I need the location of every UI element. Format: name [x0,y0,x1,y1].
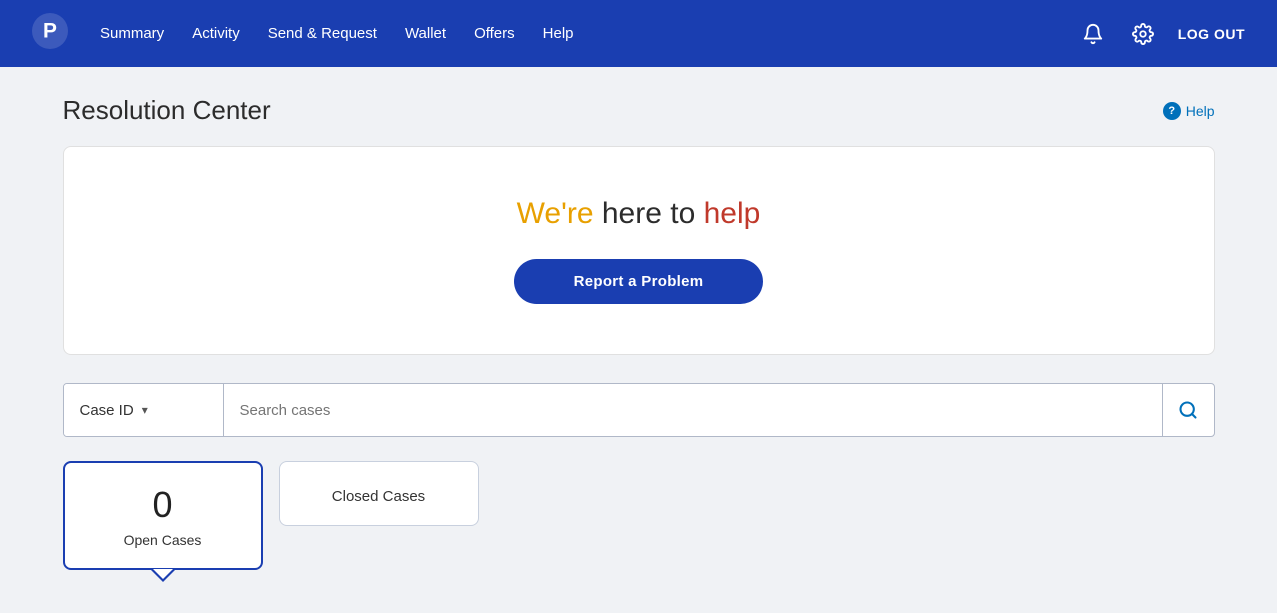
nav-link-activity[interactable]: Activity [192,25,240,42]
settings-button[interactable] [1128,19,1158,49]
nav-link-send-request[interactable]: Send & Request [268,25,377,42]
open-cases-label: Open Cases [81,532,245,548]
closed-cases-tab[interactable]: Closed Cases [279,461,479,526]
hero-title-here: here to [594,197,704,230]
nav-link-summary[interactable]: Summary [100,25,164,42]
paypal-logo: P [32,13,68,54]
logout-button[interactable]: LOG OUT [1178,26,1245,42]
case-id-dropdown[interactable]: Case ID ▾ [64,384,224,436]
open-cases-tab[interactable]: 0 Open Cases [63,461,263,570]
hero-title: We're here to help [104,197,1174,231]
hero-title-were: We're [517,197,594,230]
nav-right: LOG OUT [1078,19,1245,49]
page-title: Resolution Center [63,95,271,126]
search-icon [1178,400,1198,420]
search-bar: Case ID ▾ [63,383,1215,437]
help-circle-icon: ? [1163,102,1181,120]
nav-link-wallet[interactable]: Wallet [405,25,446,42]
nav-links: Summary Activity Send & Request Wallet O… [100,25,1046,42]
report-problem-button[interactable]: Report a Problem [514,259,764,304]
chevron-down-icon: ▾ [142,403,148,417]
hero-title-help: help [704,197,761,230]
main-content: Resolution Center ? Help We're here to h… [39,67,1239,598]
hero-card: We're here to help Report a Problem [63,146,1215,355]
closed-cases-label: Closed Cases [296,488,462,505]
dropdown-label: Case ID [80,402,134,419]
help-link[interactable]: ? Help [1163,102,1215,120]
nav-link-help[interactable]: Help [543,25,574,42]
notification-button[interactable] [1078,19,1108,49]
page-header: Resolution Center ? Help [63,95,1215,126]
nav-link-offers[interactable]: Offers [474,25,515,42]
gear-icon [1132,23,1154,45]
navigation: P Summary Activity Send & Request Wallet… [0,0,1277,67]
help-link-label: Help [1186,103,1215,119]
cases-row: 0 Open Cases Closed Cases [63,461,1215,570]
bell-icon [1082,23,1104,45]
open-cases-count: 0 [81,483,245,526]
search-input[interactable] [224,384,1162,436]
search-button[interactable] [1162,384,1214,436]
svg-text:P: P [43,20,57,43]
